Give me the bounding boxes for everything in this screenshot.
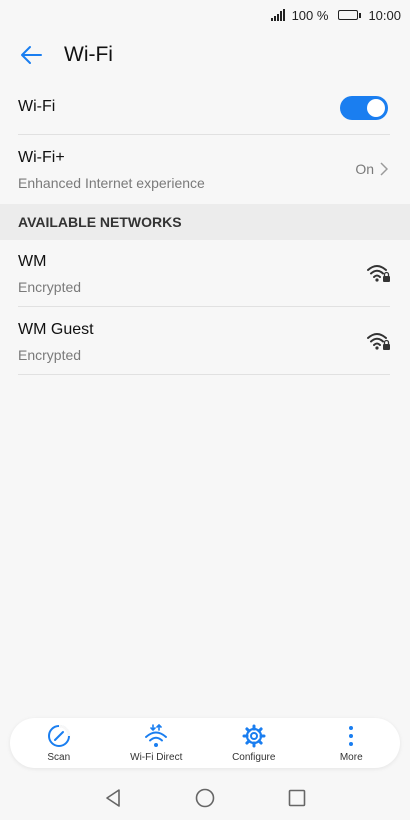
nav-back-icon[interactable] <box>102 787 124 809</box>
page-title: Wi-Fi <box>64 43 113 66</box>
more-label: More <box>339 751 363 763</box>
scan-button[interactable]: Scan <box>10 718 108 768</box>
more-vertical-icon <box>338 724 364 748</box>
gear-icon <box>241 724 267 748</box>
section-header: AVAILABLE NETWORKS <box>0 204 410 240</box>
wifi-locked-icon <box>367 333 390 350</box>
chevron-right-icon <box>380 162 388 176</box>
scan-label: Scan <box>47 751 71 763</box>
system-nav-bar <box>0 776 410 820</box>
wifi-direct-button[interactable]: Wi-Fi Direct <box>108 718 206 768</box>
divider <box>18 374 390 375</box>
network-security: Encrypted <box>18 347 82 363</box>
divider <box>18 306 390 307</box>
wifi-direct-label: Wi-Fi Direct <box>130 751 183 763</box>
app-bar: Wi-Fi <box>0 30 410 80</box>
network-security: Encrypted <box>18 279 82 295</box>
switch-knob <box>367 99 385 117</box>
battery-icon <box>338 10 362 20</box>
wifi-locked-icon <box>367 265 390 282</box>
more-button[interactable]: More <box>303 718 401 768</box>
back-arrow-icon[interactable] <box>18 42 44 68</box>
clock: 10:00 <box>368 7 401 23</box>
configure-label: Configure <box>232 751 276 763</box>
nav-recents-icon[interactable] <box>286 787 308 809</box>
status-bar: 100 % 10:00 <box>0 0 410 30</box>
wifi-direct-icon <box>143 723 169 748</box>
wifi-plus-value: On <box>355 161 388 177</box>
signal-strength-icon <box>270 9 285 21</box>
wifi-plus-label: Wi-Fi+ <box>18 149 65 166</box>
bottom-action-bar: Scan Wi-Fi Direct Configure More <box>10 718 400 768</box>
scan-icon <box>46 724 72 748</box>
battery-percentage: 100 % <box>291 7 329 23</box>
wifi-plus-subtitle: Enhanced Internet experience <box>18 175 205 191</box>
network-name: WM Guest <box>18 321 94 338</box>
wifi-switch[interactable] <box>340 96 388 120</box>
wifi-plus-status: On <box>355 161 374 177</box>
nav-home-icon[interactable] <box>194 787 216 809</box>
divider <box>18 134 390 135</box>
wifi-label: Wi-Fi <box>18 98 56 115</box>
configure-button[interactable]: Configure <box>205 718 303 768</box>
network-name: WM <box>18 253 47 270</box>
